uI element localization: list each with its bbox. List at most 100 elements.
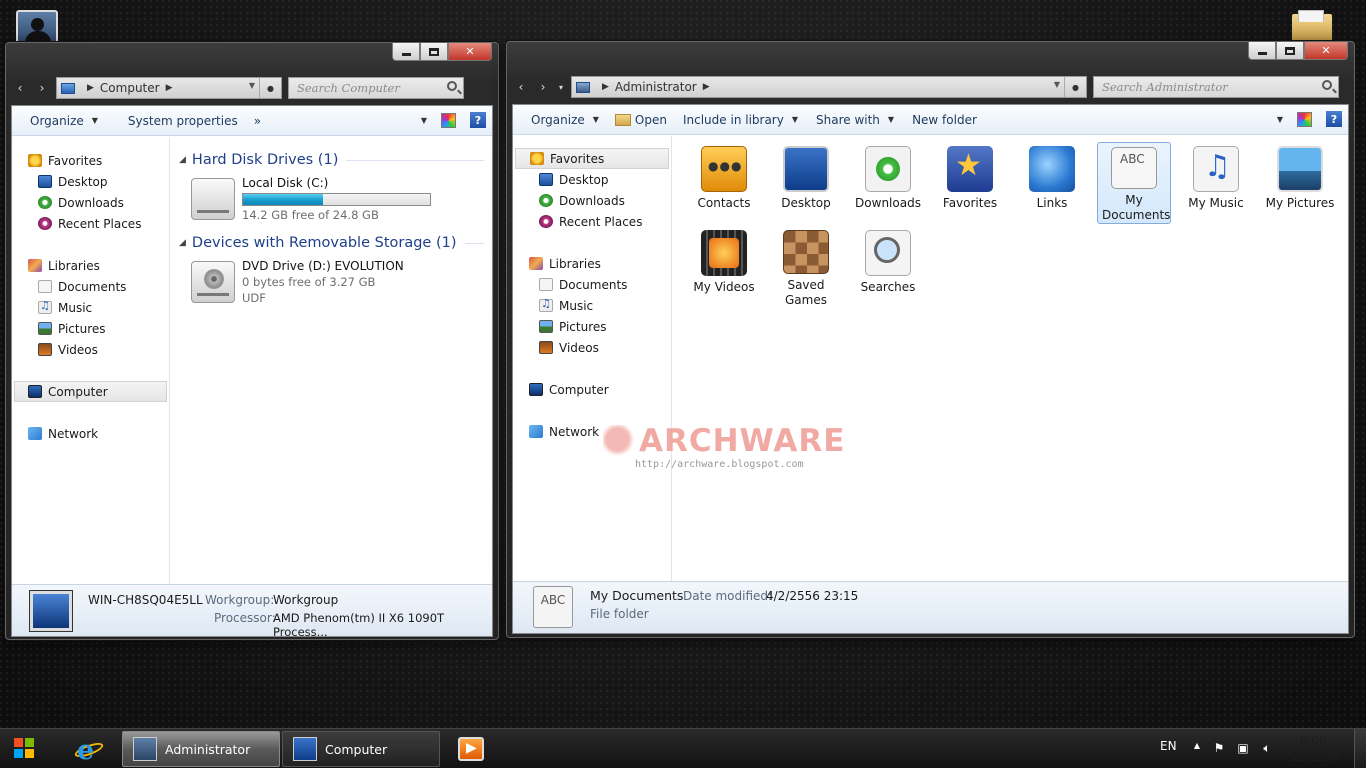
nav-libraries[interactable]: Libraries bbox=[529, 253, 669, 274]
search-icon[interactable] bbox=[1322, 80, 1332, 90]
breadcrumb-chevron-icon[interactable]: ▶ bbox=[166, 83, 173, 93]
folder-my-documents[interactable]: My Documents bbox=[1097, 142, 1171, 224]
nav-documents[interactable]: Documents bbox=[539, 274, 669, 295]
search-input[interactable]: Search Administrator bbox=[1093, 76, 1339, 98]
folder-searches[interactable]: Searches bbox=[851, 226, 925, 308]
folder-contacts[interactable]: Contacts bbox=[687, 142, 761, 224]
organize-button[interactable]: Organize ▼ bbox=[513, 113, 611, 127]
media-player-icon[interactable] bbox=[458, 737, 484, 761]
nav-favorites[interactable]: Favorites bbox=[28, 150, 167, 171]
network-tray-icon[interactable]: ▣ bbox=[1236, 741, 1250, 755]
breadcrumb-chevron-icon[interactable]: ▶ bbox=[703, 82, 710, 92]
folder-desktop[interactable]: Desktop bbox=[769, 142, 843, 224]
maximize-button[interactable] bbox=[420, 43, 448, 61]
nav-desktop[interactable]: Desktop bbox=[539, 169, 669, 190]
nav-libraries[interactable]: Libraries bbox=[28, 255, 167, 276]
nav-network-label: Network bbox=[549, 424, 600, 439]
folder-favorites[interactable]: Favorites bbox=[933, 142, 1007, 224]
breadcrumb-computer[interactable]: Computer bbox=[100, 81, 160, 95]
forward-button[interactable]: › bbox=[535, 78, 551, 96]
show-desktop-button[interactable] bbox=[1354, 729, 1366, 768]
folder-saved-games[interactable]: Saved Games bbox=[769, 226, 843, 308]
nav-favorites[interactable]: Favorites bbox=[515, 148, 669, 169]
folder-my-music[interactable]: My Music bbox=[1179, 142, 1253, 224]
include-in-library-button[interactable]: Include in library ▼ bbox=[679, 113, 810, 127]
search-icon[interactable] bbox=[447, 81, 457, 91]
group-header-removable[interactable]: ◢ Devices with Removable Storage (1) bbox=[179, 233, 484, 253]
folder-label: Desktop bbox=[781, 196, 831, 210]
folder-my-pictures[interactable]: My Pictures bbox=[1261, 142, 1339, 224]
nav-network[interactable]: Network bbox=[28, 423, 167, 444]
breadcrumb-administrator[interactable]: Administrator bbox=[615, 80, 697, 94]
nav-desktop[interactable]: Desktop bbox=[38, 171, 167, 192]
breadcrumb-separator-icon[interactable]: ▶ bbox=[87, 83, 94, 93]
breadcrumb-separator-icon[interactable]: ▶ bbox=[602, 82, 609, 92]
organize-button[interactable]: Organize ▼ bbox=[12, 114, 110, 128]
folder-icon[interactable] bbox=[1290, 8, 1334, 44]
folder-my-videos[interactable]: My Videos bbox=[687, 226, 761, 308]
nav-documents[interactable]: Documents bbox=[38, 276, 167, 297]
drive-dvd[interactable]: DVD Drive (D:) EVOLUTION 0 bytes free of… bbox=[191, 257, 491, 305]
back-button[interactable]: ‹ bbox=[513, 78, 529, 96]
address-dropdown-icon[interactable]: ▼ bbox=[1054, 80, 1060, 89]
caption-buttons: ✕ bbox=[392, 43, 492, 61]
refresh-button[interactable]: ● bbox=[259, 78, 281, 98]
clock[interactable]: 0:00 5/2/2556 bbox=[1286, 733, 1340, 765]
address-dropdown-icon[interactable]: ▼ bbox=[249, 81, 255, 90]
nav-pictures[interactable]: Pictures bbox=[539, 316, 669, 337]
minimize-button[interactable] bbox=[392, 43, 420, 61]
volume-icon[interactable]: 🔈︎ bbox=[1260, 741, 1274, 755]
start-button[interactable] bbox=[14, 738, 36, 760]
share-with-button[interactable]: Share with ▼ bbox=[810, 113, 906, 127]
nav-music[interactable]: Music bbox=[539, 295, 669, 316]
folder-links[interactable]: Links bbox=[1015, 142, 1089, 224]
nav-videos[interactable]: Videos bbox=[539, 337, 669, 358]
system-properties-button[interactable]: System properties bbox=[110, 114, 250, 128]
action-center-flag-icon[interactable]: ⚑ bbox=[1212, 741, 1226, 755]
open-button[interactable]: Open bbox=[611, 113, 679, 127]
nav-recent-places[interactable]: Recent Places bbox=[38, 213, 167, 234]
my-videos-icon bbox=[701, 230, 747, 276]
user-icon[interactable] bbox=[16, 10, 58, 46]
start-logo-green bbox=[25, 738, 34, 747]
nav-pictures[interactable]: Pictures bbox=[38, 318, 167, 339]
nav-recent-places[interactable]: Recent Places bbox=[539, 211, 669, 232]
folder-downloads[interactable]: Downloads bbox=[851, 142, 925, 224]
minimize-button[interactable] bbox=[1248, 42, 1276, 60]
libraries-icon bbox=[529, 257, 543, 270]
address-bar[interactable]: ▶ Computer ▶ ▼ ● bbox=[56, 77, 282, 99]
address-bar[interactable]: ▶ Administrator ▶ ▼ ● bbox=[571, 76, 1087, 98]
group-header-hard-disks[interactable]: ◢ Hard Disk Drives (1) bbox=[179, 150, 484, 170]
help-icon[interactable]: ? bbox=[470, 112, 486, 128]
nav-downloads[interactable]: Downloads bbox=[38, 192, 167, 213]
user-icon-head bbox=[31, 18, 44, 31]
back-button[interactable]: ‹ bbox=[12, 79, 28, 97]
help-icon[interactable]: ? bbox=[1326, 111, 1342, 127]
new-folder-button[interactable]: New folder bbox=[906, 113, 989, 127]
recent-pages-icon[interactable]: ▾ bbox=[557, 78, 565, 96]
nav-music[interactable]: Music bbox=[38, 297, 167, 318]
internet-explorer-icon[interactable]: e bbox=[73, 735, 105, 766]
nav-computer[interactable]: Computer bbox=[529, 379, 669, 400]
nav-videos[interactable]: Videos bbox=[38, 339, 167, 360]
search-input[interactable]: Search Computer bbox=[288, 77, 464, 99]
more-commands-button[interactable]: » bbox=[250, 114, 273, 128]
nav-downloads[interactable]: Downloads bbox=[539, 190, 669, 211]
change-view-icon[interactable] bbox=[441, 112, 456, 128]
maximize-button[interactable] bbox=[1276, 42, 1304, 60]
nav-libraries-label: Libraries bbox=[549, 256, 601, 271]
show-hidden-icons-icon[interactable]: ▲ bbox=[1190, 741, 1204, 755]
close-button[interactable]: ✕ bbox=[448, 43, 492, 61]
forward-button[interactable]: › bbox=[34, 79, 50, 97]
view-options-chevron-icon[interactable]: ▼ bbox=[421, 116, 427, 125]
refresh-button[interactable]: ● bbox=[1064, 77, 1086, 97]
taskbar-button-administrator[interactable]: Administrator bbox=[122, 731, 280, 767]
drive-local-disk[interactable]: Local Disk (C:) 14.2 GB free of 24.8 GB bbox=[191, 174, 491, 222]
taskbar-button-computer[interactable]: Computer bbox=[282, 731, 440, 767]
change-view-icon[interactable] bbox=[1297, 111, 1312, 127]
language-indicator[interactable]: EN bbox=[1160, 739, 1177, 753]
computer-name: WIN-CH8SQ04E5LL bbox=[88, 593, 203, 607]
close-button[interactable]: ✕ bbox=[1304, 42, 1348, 60]
view-options-chevron-icon[interactable]: ▼ bbox=[1277, 115, 1283, 124]
nav-computer[interactable]: Computer bbox=[14, 381, 167, 402]
